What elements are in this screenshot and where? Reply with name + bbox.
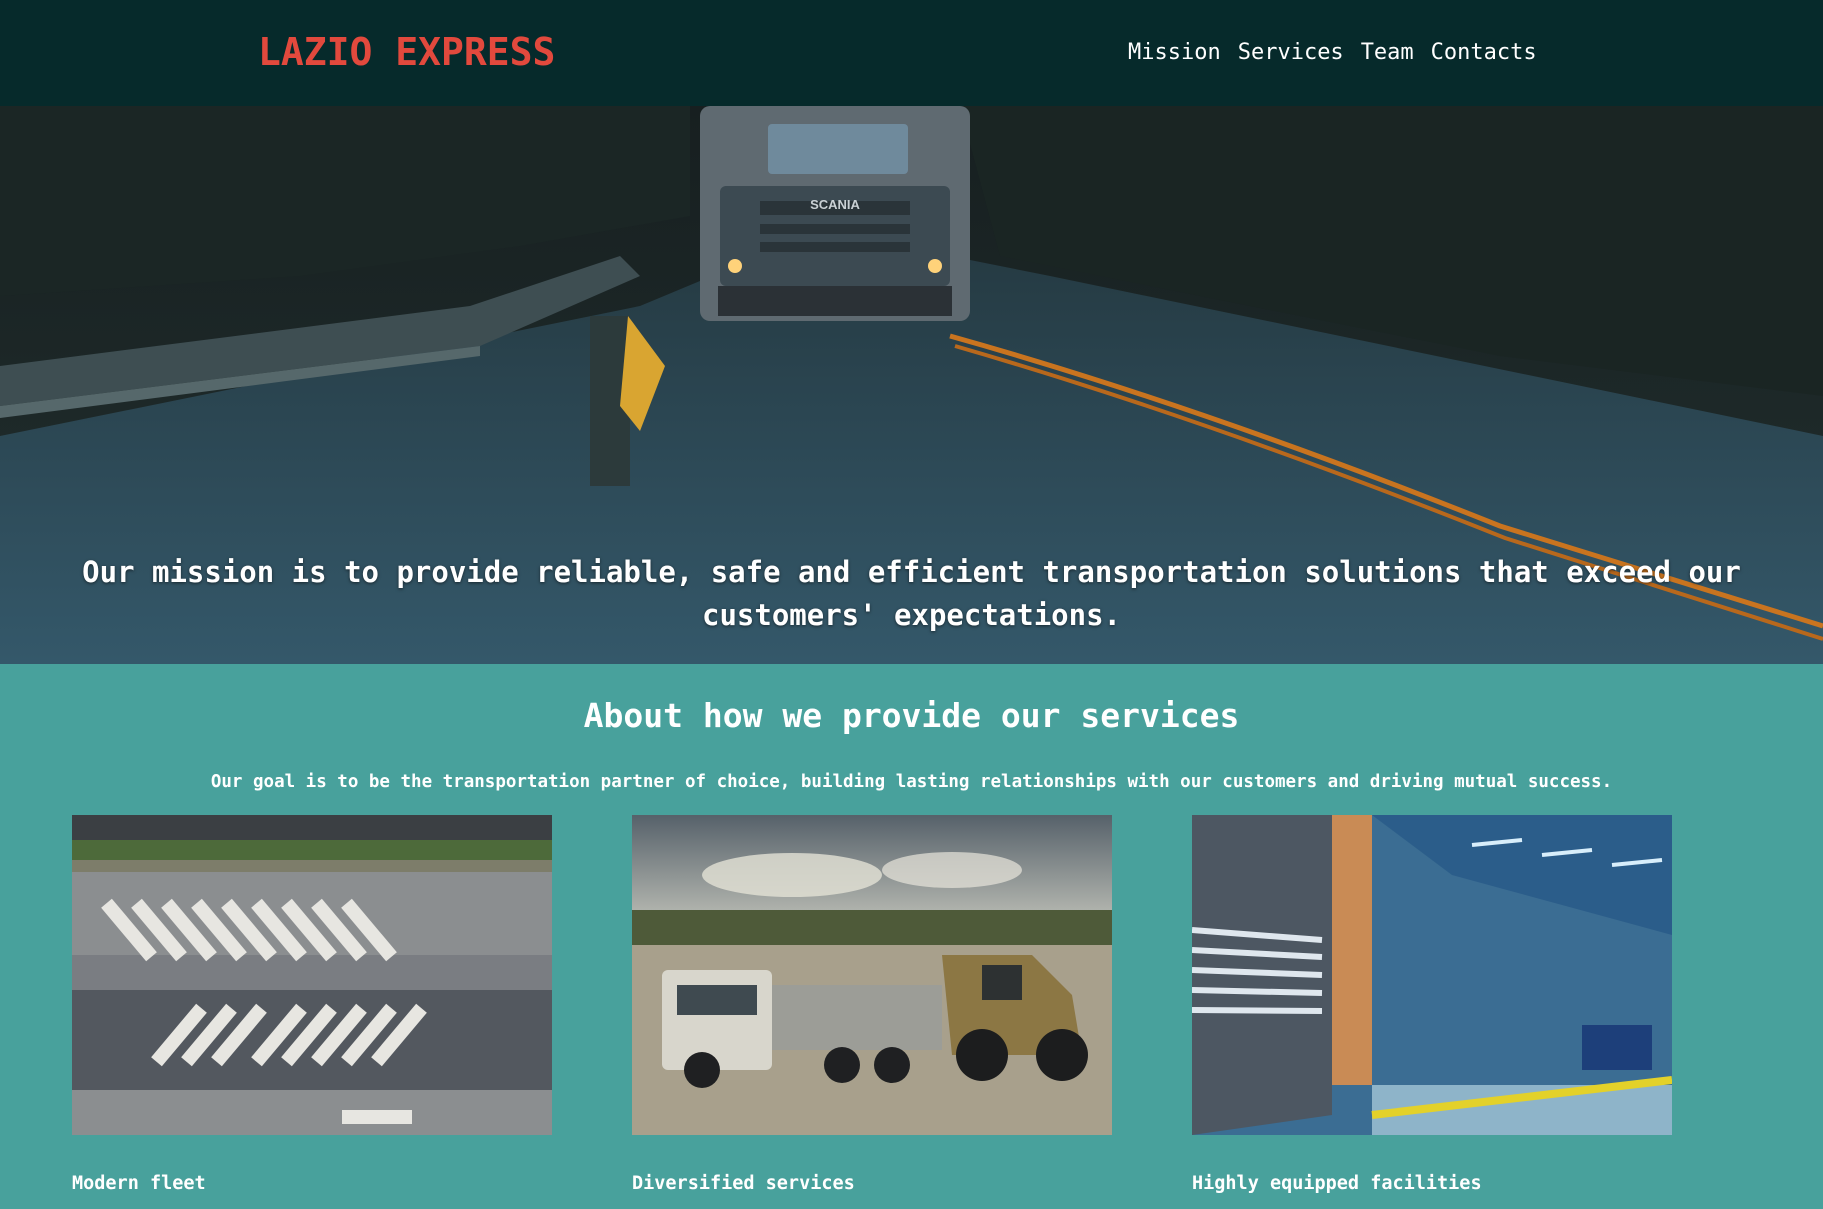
service-card-services: Diversified services xyxy=(632,815,1112,1194)
nav-team-link[interactable]: Team xyxy=(1361,40,1414,65)
nav-contacts-link[interactable]: Contacts xyxy=(1431,40,1537,65)
site-header: LAZIO EXPRESS Mission Services Team Cont… xyxy=(0,0,1823,106)
hero-mission-text: Our mission is to provide reliable, safe… xyxy=(82,555,1741,632)
truck-drawing xyxy=(700,106,970,321)
warehouse-loading-dock-image xyxy=(1192,815,1672,1135)
card-caption: Highly equipped facilities xyxy=(1192,1173,1482,1194)
card-caption: Diversified services xyxy=(632,1173,855,1194)
service-card-facilities: Highly equipped facilities xyxy=(1192,815,1672,1194)
truck-brand-text: SCANIA xyxy=(810,197,860,212)
about-section-title: About how we provide our services xyxy=(583,696,1240,735)
nav-mission-link[interactable]: Mission xyxy=(1128,40,1221,65)
main-nav: Mission Services Team Contacts xyxy=(1128,40,1537,65)
hero-section: SCANIA Our mission is to provide reliabl… xyxy=(0,106,1823,664)
site-logo[interactable]: LAZIO EXPRESS xyxy=(258,30,555,74)
service-card-fleet: Modern fleet xyxy=(72,815,552,1194)
aerial-truck-parking-image xyxy=(72,815,552,1135)
nav-services-link[interactable]: Services xyxy=(1238,40,1344,65)
card-caption: Modern fleet xyxy=(72,1173,206,1194)
quarry-truck-loader-image xyxy=(632,815,1112,1135)
about-section-subtitle: Our goal is to be the transportation par… xyxy=(210,772,1613,792)
